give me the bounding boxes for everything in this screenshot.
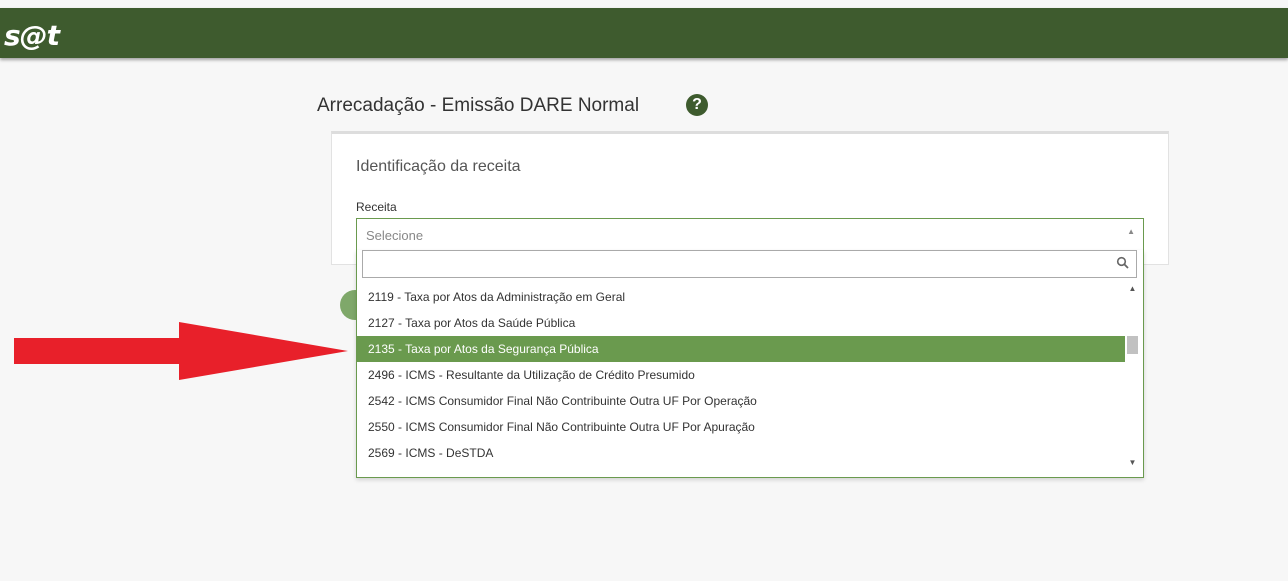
receita-select[interactable]: Selecione ▲ — [356, 218, 1144, 250]
page-title: Arrecadação - Emissão DARE Normal — [317, 95, 640, 116]
search-icon — [1116, 256, 1129, 269]
sat-logo[interactable]: s@t — [4, 19, 60, 52]
scroll-thumb[interactable] — [1127, 336, 1138, 354]
select-placeholder: Selecione — [366, 228, 424, 243]
red-arrow-right-icon — [14, 322, 348, 380]
option-2119[interactable]: 2119 - Taxa por Atos da Administração em… — [357, 284, 1125, 310]
scroll-down-arrow-icon[interactable]: ▼ — [1124, 456, 1141, 470]
option-list: 2119 - Taxa por Atos da Administração em… — [357, 284, 1125, 466]
option-2496[interactable]: 2496 - ICMS - Resultante da Utilização d… — [357, 362, 1125, 388]
receita-label: Receita — [356, 200, 397, 214]
option-2542[interactable]: 2542 - ICMS Consumidor Final Não Contrib… — [357, 388, 1125, 414]
scroll-up-arrow-icon[interactable]: ▲ — [1124, 282, 1141, 296]
dropdown-search-input[interactable] — [362, 250, 1137, 278]
receita-dropdown: 2119 - Taxa por Atos da Administração em… — [356, 250, 1144, 478]
top-header-bar: s@t — [0, 8, 1288, 58]
option-2127[interactable]: 2127 - Taxa por Atos da Saúde Pública — [357, 310, 1125, 336]
option-2135-highlighted[interactable]: 2135 - Taxa por Atos da Segurança Públic… — [357, 336, 1125, 362]
card-title: Identificação da receita — [356, 158, 521, 175]
option-2550[interactable]: 2550 - ICMS Consumidor Final Não Contrib… — [357, 414, 1125, 440]
option-2569[interactable]: 2569 - ICMS - DeSTDA — [357, 440, 1125, 466]
dropdown-scrollbar[interactable]: ▲ ▼ — [1124, 280, 1141, 472]
caret-up-icon: ▲ — [1127, 227, 1135, 236]
question-circle-icon[interactable]: ? — [686, 94, 708, 116]
